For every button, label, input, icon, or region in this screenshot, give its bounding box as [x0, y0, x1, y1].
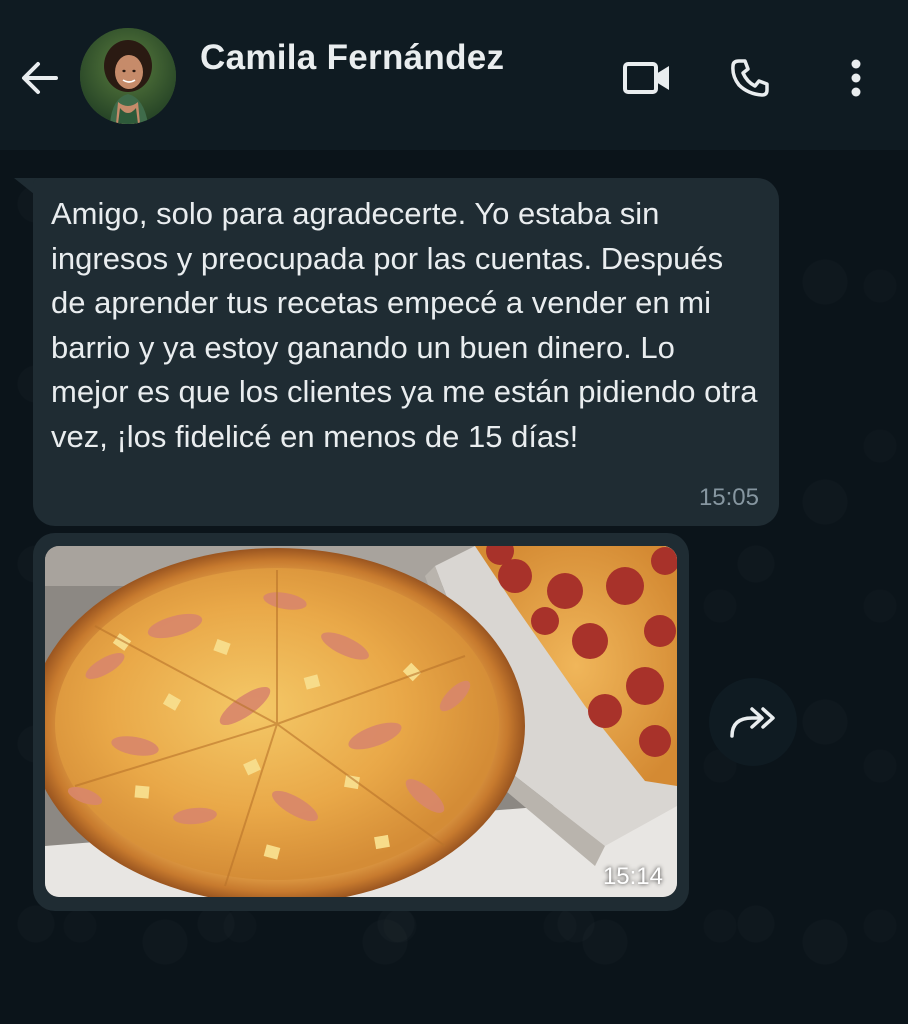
image-message-bubble[interactable]: 15:14: [33, 533, 689, 911]
forward-icon: [730, 707, 775, 738]
back-button[interactable]: [14, 52, 66, 104]
message-time: 15:05: [698, 484, 759, 511]
video-camera-icon: [623, 62, 669, 94]
video-call-button[interactable]: [619, 52, 675, 104]
avatar[interactable]: [80, 28, 176, 124]
chat-screen: Camila Fernández Amigo, solo para agrade…: [0, 0, 908, 1024]
pizza-photo[interactable]: [45, 546, 677, 897]
message-bubble[interactable]: Amigo, solo para agradecerte. Yo estaba …: [33, 178, 779, 526]
avatar-photo: [80, 28, 176, 124]
contact-name[interactable]: Camila Fernández: [200, 38, 504, 78]
forward-button[interactable]: [709, 678, 797, 766]
phone-icon: [731, 59, 769, 97]
more-vertical-icon: [851, 59, 861, 97]
message-text: Amigo, solo para agradecerte. Yo estaba …: [51, 196, 758, 454]
voice-call-button[interactable]: [722, 52, 778, 104]
pizza-image: [45, 546, 677, 897]
chat-header: Camila Fernández: [0, 0, 908, 150]
image-time: 15:14: [602, 863, 663, 890]
more-options-button[interactable]: [828, 52, 884, 104]
arrow-left-icon: [22, 62, 58, 94]
